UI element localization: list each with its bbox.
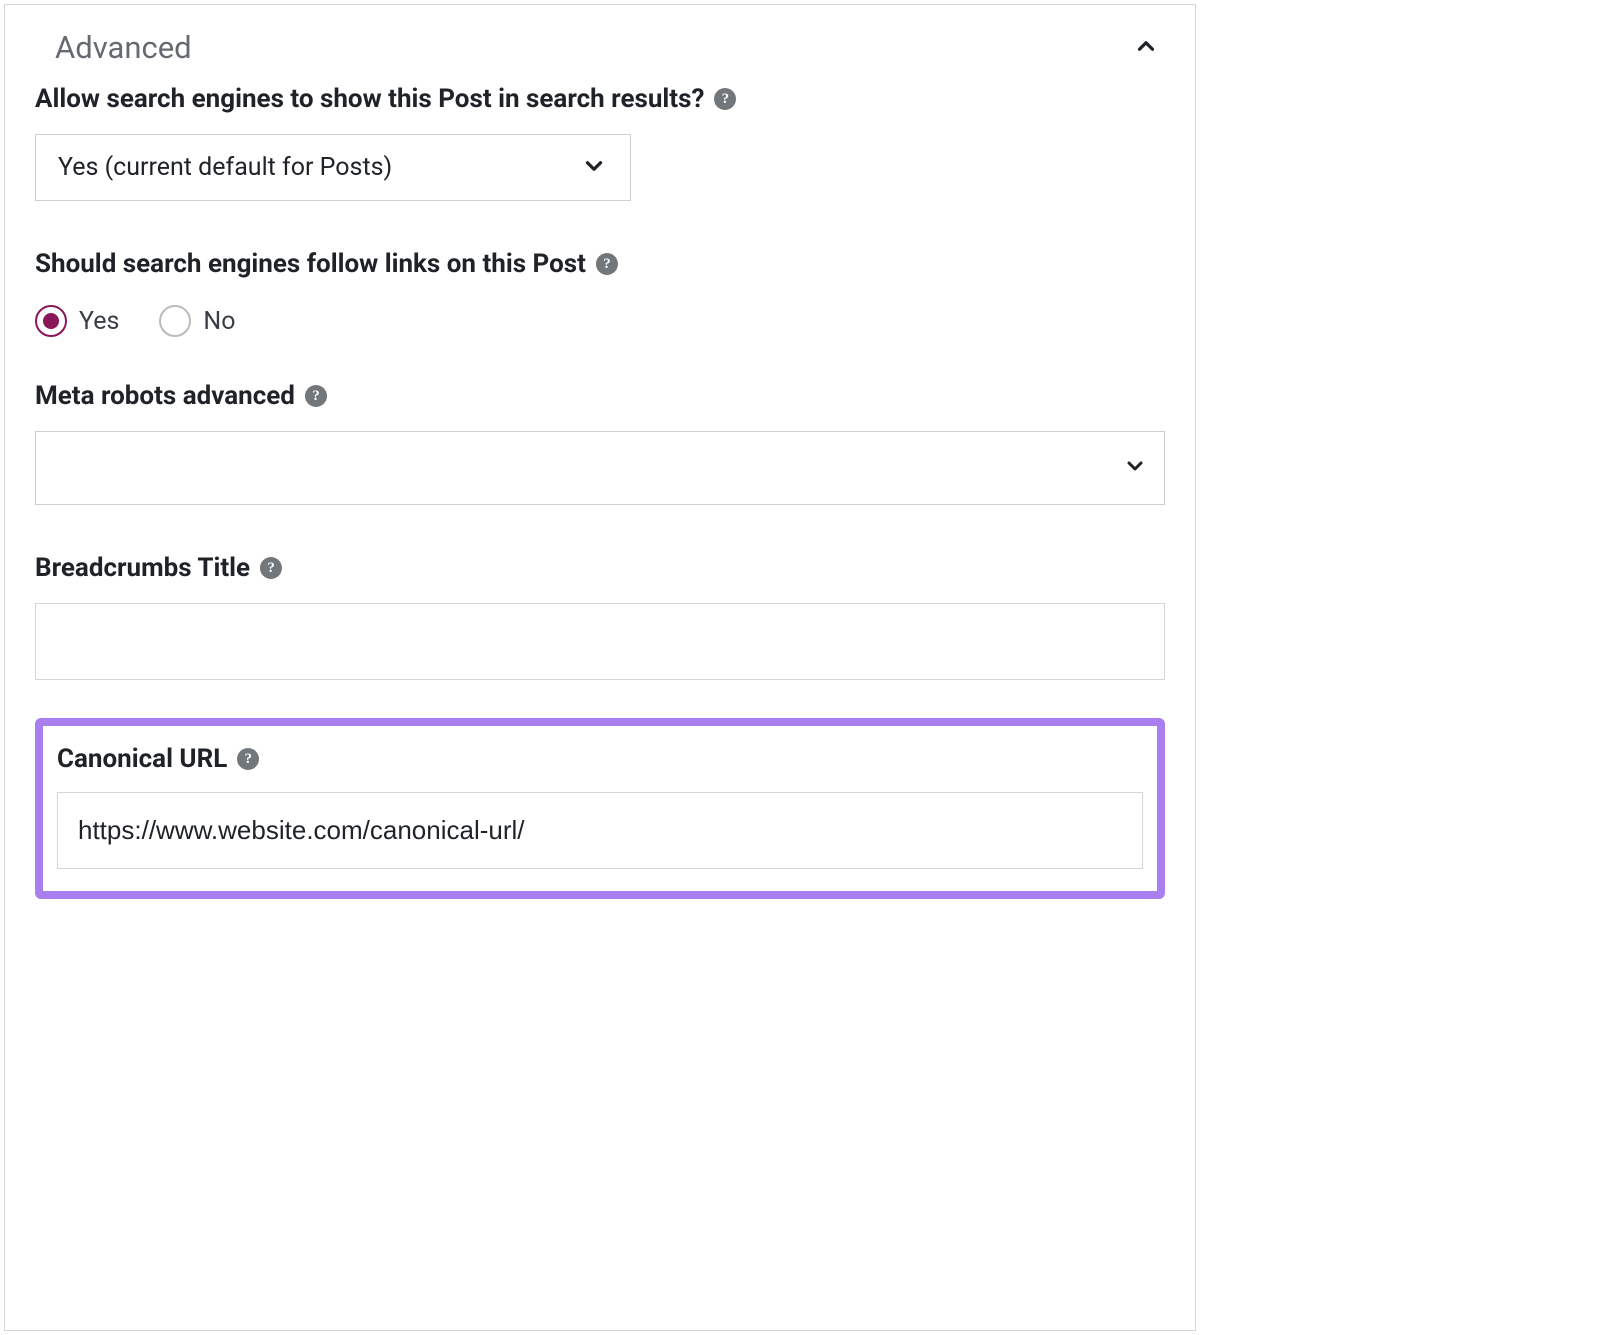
help-icon[interactable]: ?: [260, 557, 282, 579]
help-icon[interactable]: ?: [596, 253, 618, 275]
panel-header[interactable]: Advanced: [5, 5, 1195, 84]
canonical-highlight: Canonical URL ?: [35, 718, 1165, 899]
panel-title: Advanced: [55, 29, 192, 66]
panel-body: Allow search engines to show this Post i…: [5, 84, 1195, 929]
follow-links-label: Should search engines follow links on th…: [35, 249, 618, 279]
follow-links-radio-no[interactable]: No: [159, 305, 235, 337]
allow-search-label: Allow search engines to show this Post i…: [35, 84, 736, 114]
radio-no-label: No: [203, 307, 235, 336]
advanced-panel: Advanced Allow search engines to show th…: [4, 4, 1196, 1331]
help-icon[interactable]: ?: [237, 748, 259, 770]
help-icon[interactable]: ?: [714, 88, 736, 110]
help-icon[interactable]: ?: [305, 385, 327, 407]
radio-icon: [35, 305, 67, 337]
meta-robots-label: Meta robots advanced ?: [35, 381, 327, 411]
radio-yes-label: Yes: [79, 307, 119, 336]
meta-robots-field: Meta robots advanced ?: [35, 381, 1165, 505]
radio-icon: [159, 305, 191, 337]
canonical-label: Canonical URL ?: [57, 744, 259, 774]
meta-robots-select-wrapper: [35, 431, 1165, 505]
breadcrumbs-input[interactable]: [35, 603, 1165, 680]
meta-robots-label-text: Meta robots advanced: [35, 381, 295, 411]
collapse-chevron-icon[interactable]: [1133, 33, 1159, 63]
allow-search-label-text: Allow search engines to show this Post i…: [35, 84, 704, 114]
meta-robots-select[interactable]: [35, 431, 1165, 505]
allow-search-select[interactable]: Yes (current default for Posts): [35, 134, 631, 201]
allow-search-field: Allow search engines to show this Post i…: [35, 84, 1165, 201]
breadcrumbs-field: Breadcrumbs Title ?: [35, 553, 1165, 680]
follow-links-field: Should search engines follow links on th…: [35, 249, 1165, 337]
follow-links-radio-yes[interactable]: Yes: [35, 305, 119, 337]
allow-search-select-wrapper: Yes (current default for Posts): [35, 134, 631, 201]
canonical-label-text: Canonical URL: [57, 744, 227, 774]
follow-links-radio-group: Yes No: [35, 305, 1165, 337]
breadcrumbs-label: Breadcrumbs Title ?: [35, 553, 282, 583]
canonical-input[interactable]: [57, 792, 1143, 869]
follow-links-label-text: Should search engines follow links on th…: [35, 249, 586, 279]
breadcrumbs-label-text: Breadcrumbs Title: [35, 553, 250, 583]
